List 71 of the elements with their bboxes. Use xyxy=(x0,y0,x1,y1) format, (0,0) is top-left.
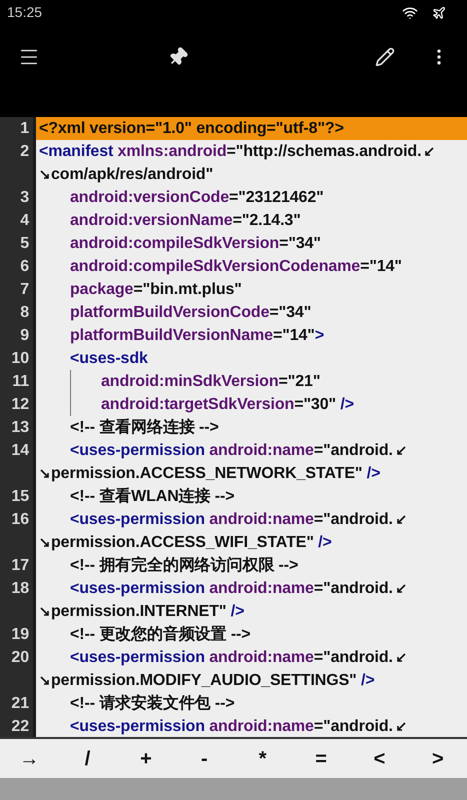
symbol-key[interactable]: < xyxy=(350,739,409,778)
line-number: 12 xyxy=(11,395,29,415)
code-line: <uses-sdk xyxy=(70,349,148,369)
wrap-icon xyxy=(39,468,51,480)
line-number: 7 xyxy=(20,280,29,300)
code-line: permission.INTERNET" /> xyxy=(51,602,244,622)
code-line: android:minSdkVersion="21" xyxy=(101,372,320,392)
code-line: <?xml version="1.0" encoding="utf-8"?> xyxy=(39,119,344,139)
line-number: 16 xyxy=(11,510,29,530)
code-line: <!-- 请求安装文件包 --> xyxy=(70,693,235,714)
line-number: 20 xyxy=(11,648,29,668)
line-number: 6 xyxy=(20,257,29,277)
line-number: 9 xyxy=(20,326,29,346)
code-line: permission.ACCESS_NETWORK_STATE" /> xyxy=(51,464,380,484)
line-number: 4 xyxy=(20,211,29,231)
code-line: <uses-permission android:name="android. xyxy=(70,717,393,737)
symbol-key[interactable]: - xyxy=(175,739,234,778)
code-line: platformBuildVersionName="14"> xyxy=(70,326,324,346)
wrap-icon xyxy=(39,536,51,548)
line-number: 15 xyxy=(11,487,29,507)
wrap-icon xyxy=(39,168,51,180)
code-line: android:versionCode="23121462" xyxy=(70,188,324,208)
code-line: android:compileSdkVersionCodename="14" xyxy=(70,257,402,277)
line-number: 8 xyxy=(20,303,29,323)
line-number: 3 xyxy=(20,188,29,208)
wrap-icon xyxy=(39,606,51,618)
code-line: android:versionName="2.14.3" xyxy=(70,211,301,231)
code-line: android:compileSdkVersion="34" xyxy=(70,234,321,254)
wrap-icon xyxy=(394,444,407,456)
code-line: permission.MODIFY_AUDIO_SETTINGS" /> xyxy=(51,671,375,691)
line-number: 19 xyxy=(11,625,29,645)
wrap-icon xyxy=(394,582,407,594)
wrap-icon xyxy=(423,146,436,158)
code-line: <manifest xmlns:android="http://schemas.android. xyxy=(39,142,422,162)
code-line: <!-- 更改您的音频设置 --> xyxy=(70,624,251,645)
status-time: 15:25 xyxy=(7,3,42,22)
wifi-icon xyxy=(402,4,418,20)
line-number: 21 xyxy=(11,694,29,714)
line-number: 17 xyxy=(11,556,29,576)
code-line: <uses-permission android:name="android. xyxy=(70,510,393,530)
code-line: com/apk/res/android" xyxy=(51,165,214,185)
code-line: platformBuildVersionCode="34" xyxy=(70,303,312,323)
line-number: 1 xyxy=(20,119,29,139)
code-line: <!-- 拥有完全的网络访问权限 --> xyxy=(70,555,298,576)
symbol-key[interactable]: = xyxy=(292,739,350,778)
line-number: 18 xyxy=(11,579,29,599)
code-line: <uses-permission android:name="android. xyxy=(70,441,393,461)
code-line: <uses-permission android:name="android. xyxy=(70,579,393,599)
code-line: <!-- 查看WLAN连接 --> xyxy=(70,486,235,507)
code-line: package="bin.mt.plus" xyxy=(70,280,242,300)
line-number: 10 xyxy=(11,349,29,369)
code-line: android:targetSdkVersion="30" /> xyxy=(101,395,354,415)
edit-icon[interactable] xyxy=(375,47,395,67)
line-number: 13 xyxy=(11,418,29,438)
symbol-key[interactable]: * xyxy=(234,739,292,778)
line-number: 5 xyxy=(20,234,29,254)
code-line: <uses-permission android:name="android. xyxy=(70,648,393,668)
wrap-icon xyxy=(39,674,51,686)
airplane-icon xyxy=(432,6,446,20)
symbol-key[interactable]: > xyxy=(408,739,467,778)
wrap-icon xyxy=(394,652,407,664)
line-number: 14 xyxy=(11,441,29,461)
line-number: 2 xyxy=(20,142,29,162)
symbol-key[interactable]: / xyxy=(58,739,117,778)
symbol-key[interactable]: + xyxy=(116,739,176,778)
symbol-key[interactable]: → xyxy=(0,739,58,778)
line-number: 11 xyxy=(12,372,29,392)
code-line: <!-- 查看网络连接 --> xyxy=(70,417,219,438)
code-line: permission.ACCESS_WIFI_STATE" /> xyxy=(51,533,332,553)
line-number: 22 xyxy=(11,717,29,737)
wrap-icon xyxy=(394,514,407,526)
